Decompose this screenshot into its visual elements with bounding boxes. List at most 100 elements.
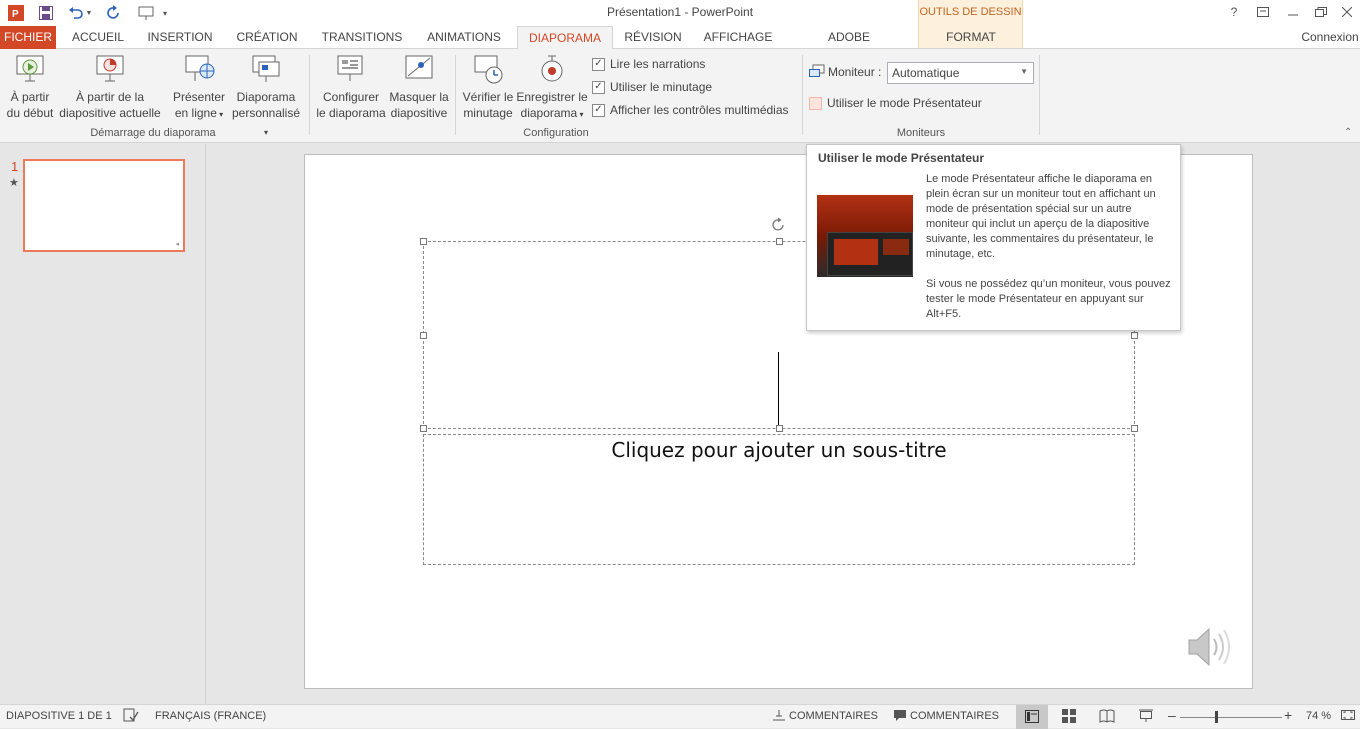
- setup-slideshow-icon: [337, 55, 363, 81]
- tooltip-title: Utiliser le mode Présentateur: [818, 151, 985, 165]
- tab-creation[interactable]: CRÉATION: [228, 26, 306, 49]
- language-indicator[interactable]: FRANÇAIS (FRANCE): [155, 710, 266, 722]
- slideshow-view-icon[interactable]: [1138, 709, 1154, 726]
- checkbox-unchecked-icon: [809, 96, 822, 110]
- presenter-view-preview-image: [817, 195, 913, 277]
- ribbon: À partir du début À partir de la diaposi…: [0, 49, 1360, 143]
- normal-view-button[interactable]: [1016, 705, 1048, 729]
- record-dropdown-icon[interactable]: ▾: [577, 110, 583, 119]
- resize-handle[interactable]: [776, 425, 783, 432]
- custom-show-icon: [252, 55, 280, 82]
- from-beginning-label-2: du début: [6, 106, 54, 120]
- tab-diaporama[interactable]: DIAPORAMA: [517, 26, 613, 50]
- comments-button[interactable]: COMMENTAIRES: [910, 710, 999, 722]
- notes-icon[interactable]: [772, 708, 786, 725]
- ribbon-display-options-icon[interactable]: [1250, 2, 1276, 22]
- slide-thumbnails-pane: 1 ★ ◂: [0, 144, 206, 704]
- audio-icon[interactable]: [1187, 625, 1235, 669]
- signin-link[interactable]: Connexion: [1300, 26, 1360, 49]
- group-label-monitors: Moniteurs: [896, 127, 946, 139]
- hide-slide-button[interactable]: Masquer la diapositive: [388, 53, 450, 121]
- custom-show-label-1: Diaporama: [236, 90, 296, 104]
- group-label-config: Configuration: [523, 127, 589, 139]
- presenter-view-checkbox[interactable]: Utiliser le mode Présentateur: [809, 96, 982, 110]
- hide-slide-label-2: diapositive: [390, 106, 448, 120]
- use-timings-checkbox[interactable]: ✓ Utiliser le minutage: [592, 80, 712, 94]
- slide-thumbnail[interactable]: ◂: [23, 159, 185, 252]
- monitor-label: Moniteur :: [828, 65, 882, 79]
- group-label-start: Démarrage du diaporama: [90, 127, 216, 139]
- resize-handle[interactable]: [1131, 425, 1138, 432]
- tab-revision[interactable]: RÉVISION: [620, 26, 686, 49]
- tab-adobe-presenter[interactable]: ADOBE PRESENTER: [790, 26, 908, 67]
- tab-transitions[interactable]: TRANSITIONS: [314, 26, 410, 49]
- present-online-label-1: Présenter: [172, 90, 226, 104]
- zoom-in-button[interactable]: +: [1284, 707, 1292, 723]
- tab-fichier[interactable]: FICHIER: [0, 26, 56, 49]
- present-online-dropdown-icon[interactable]: ▾: [217, 110, 223, 119]
- tab-animations[interactable]: ANIMATIONS: [418, 26, 510, 49]
- fit-slide-icon[interactable]: [1341, 708, 1355, 725]
- setup-slideshow-button[interactable]: Configurer le diaporama: [314, 53, 388, 121]
- status-bar: DIAPOSITIVE 1 DE 1 FRANÇAIS (FRANCE) COM…: [0, 704, 1360, 729]
- presenter-view-tooltip: Utiliser le mode Présentateur Le mode Pr…: [806, 144, 1181, 331]
- rehearse-label-1: Vérifier le: [462, 90, 514, 104]
- zoom-slider-thumb[interactable]: [1215, 711, 1218, 723]
- preview-inner-screen: [827, 232, 913, 276]
- play-narrations-label: Lire les narrations: [610, 57, 706, 71]
- group-separator: [309, 55, 310, 135]
- spelling-check-icon[interactable]: [123, 708, 139, 725]
- from-beginning-button[interactable]: À partir du début: [2, 53, 58, 121]
- help-icon[interactable]: ?: [1221, 2, 1247, 22]
- slide-sorter-icon[interactable]: [1062, 709, 1076, 726]
- show-media-controls-checkbox[interactable]: ✓ Afficher les contrôles multimédias: [592, 103, 789, 117]
- hide-slide-label-1: Masquer la: [389, 90, 449, 104]
- slideshow-from-current-icon: [96, 55, 124, 82]
- tab-accueil[interactable]: ACCUEIL: [62, 26, 134, 49]
- preview-next-slide: [883, 239, 909, 255]
- present-online-label-2-wrap: en ligne ▾: [170, 105, 228, 123]
- from-current-label-2: diapositive actuelle: [59, 106, 161, 120]
- preview-current-slide: [834, 239, 878, 265]
- record-slideshow-button[interactable]: Enregistrer le diaporama ▾: [516, 53, 588, 123]
- from-current-slide-button[interactable]: À partir de la diapositive actuelle: [58, 53, 162, 121]
- title-bar: P ▼ ▾ Présentation1 - PowerPoint ?: [0, 0, 1360, 26]
- zoom-out-button[interactable]: –: [1168, 707, 1176, 723]
- rotate-handle-icon[interactable]: [771, 217, 787, 233]
- zoom-slider-track[interactable]: [1180, 717, 1282, 718]
- reading-view-icon[interactable]: [1099, 709, 1115, 726]
- text-cursor: [778, 352, 779, 426]
- comment-icon[interactable]: [893, 708, 907, 725]
- present-online-button[interactable]: Présenter en ligne ▾: [170, 53, 228, 123]
- collapse-ribbon-icon[interactable]: ⌃: [1344, 127, 1352, 138]
- slide-count: DIAPOSITIVE 1 DE 1: [6, 710, 112, 722]
- notes-button[interactable]: COMMENTAIRES: [789, 710, 878, 722]
- monitor-value: Automatique: [892, 66, 960, 80]
- window-title: Présentation1 - PowerPoint: [606, 5, 754, 19]
- tab-format[interactable]: FORMAT: [919, 26, 1023, 48]
- record-label-1: Enregistrer le: [516, 90, 588, 104]
- tooltip-paragraph: Le mode Présentateur affiche le diaporam…: [926, 173, 1156, 260]
- resize-handle[interactable]: [420, 238, 427, 245]
- monitor-dropdown[interactable]: Automatique ▼: [887, 62, 1034, 84]
- close-icon[interactable]: [1334, 2, 1360, 22]
- minimize-icon[interactable]: [1280, 2, 1306, 22]
- resize-handle[interactable]: [420, 332, 427, 339]
- tab-insertion[interactable]: INSERTION: [140, 26, 220, 49]
- resize-handle[interactable]: [776, 238, 783, 245]
- thumbnail-number: 1: [11, 159, 19, 174]
- presenter-view-label: Utiliser le mode Présentateur: [827, 96, 982, 110]
- restore-icon[interactable]: [1308, 2, 1334, 22]
- play-narrations-checkbox[interactable]: ✓ Lire les narrations: [592, 57, 705, 71]
- checkbox-checked-icon: ✓: [592, 80, 605, 94]
- rehearse-timings-button[interactable]: Vérifier le minutage: [458, 53, 518, 121]
- custom-show-label-2: personnalisé: [231, 106, 301, 120]
- resize-handle[interactable]: [420, 425, 427, 432]
- tab-affichage[interactable]: AFFICHAGE: [696, 26, 780, 49]
- from-current-label-1: À partir de la: [75, 90, 145, 104]
- subtitle-placeholder[interactable]: Cliquez pour ajouter un sous-titre: [423, 434, 1135, 565]
- record-slideshow-icon: [541, 55, 563, 82]
- present-online-label-2: en ligne: [174, 106, 217, 120]
- zoom-level[interactable]: 74 %: [1306, 710, 1331, 722]
- resize-handle[interactable]: [1131, 332, 1138, 339]
